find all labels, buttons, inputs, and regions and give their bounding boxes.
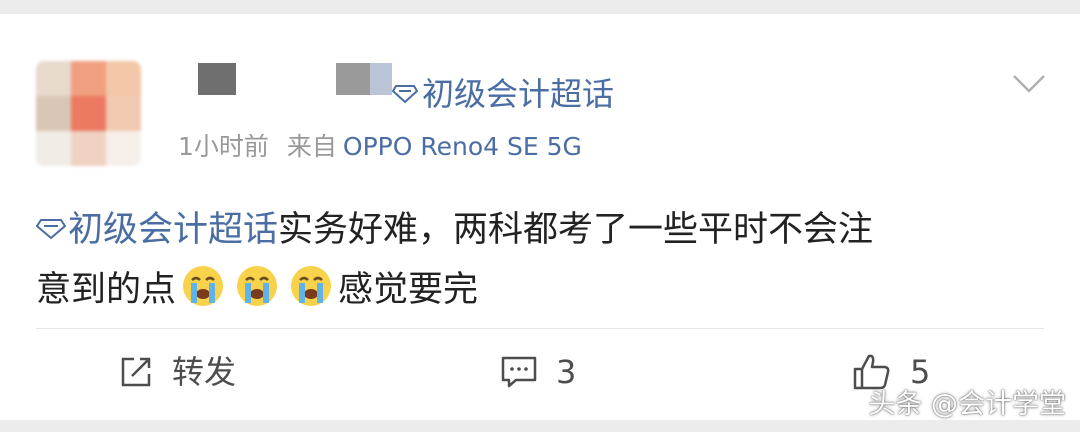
repost-icon <box>121 357 151 387</box>
body-text: 意到的点 <box>36 270 177 310</box>
super-topic-diamond-icon <box>36 219 66 239</box>
crying-face-icon <box>237 266 278 306</box>
chevron-down-icon[interactable] <box>1012 74 1046 94</box>
divider <box>36 328 1044 329</box>
repost-button[interactable]: 转发 <box>118 350 236 394</box>
body-text: 实务好难，两科都考了一些平时不会注 <box>278 210 874 250</box>
body-text: 感觉要完 <box>338 270 479 310</box>
post-body: 初级会计超话实务好难，两科都考了一些平时不会注意到的点 感觉要完 <box>36 200 1046 320</box>
comment-button[interactable]: 3 <box>500 350 576 394</box>
body-topic-link[interactable]: 初级会计超话 <box>36 210 278 250</box>
post-meta: 1小时前 来自 OPPO Reno4 SE 5G <box>178 130 582 164</box>
post-time: 1小时前 <box>178 132 269 161</box>
avatar[interactable] <box>36 61 141 166</box>
body-topic-label: 初级会计超话 <box>68 210 279 250</box>
thumbs-up-icon <box>853 354 890 390</box>
crying-face-icon <box>291 266 332 306</box>
device-name[interactable]: OPPO Reno4 SE 5G <box>343 132 582 161</box>
super-topic-diamond-icon <box>392 85 418 103</box>
repost-label: 转发 <box>172 353 237 391</box>
crying-face-icon <box>183 266 224 306</box>
source-prefix: 来自 <box>286 132 337 161</box>
weibo-post-card: 初级会计超话 1小时前 来自 OPPO Reno4 SE 5G 初级会计超话实务好难… <box>0 14 1080 420</box>
comment-count: 3 <box>556 353 577 391</box>
super-topic-tag[interactable]: 初级会计超话 <box>392 74 614 114</box>
username-redacted[interactable] <box>198 63 236 95</box>
watermark: 头条 @会计学堂 <box>868 389 1066 420</box>
comment-icon <box>501 356 537 388</box>
username-redacted-2 <box>336 63 392 95</box>
super-topic-label: 初级会计超话 <box>422 75 615 113</box>
